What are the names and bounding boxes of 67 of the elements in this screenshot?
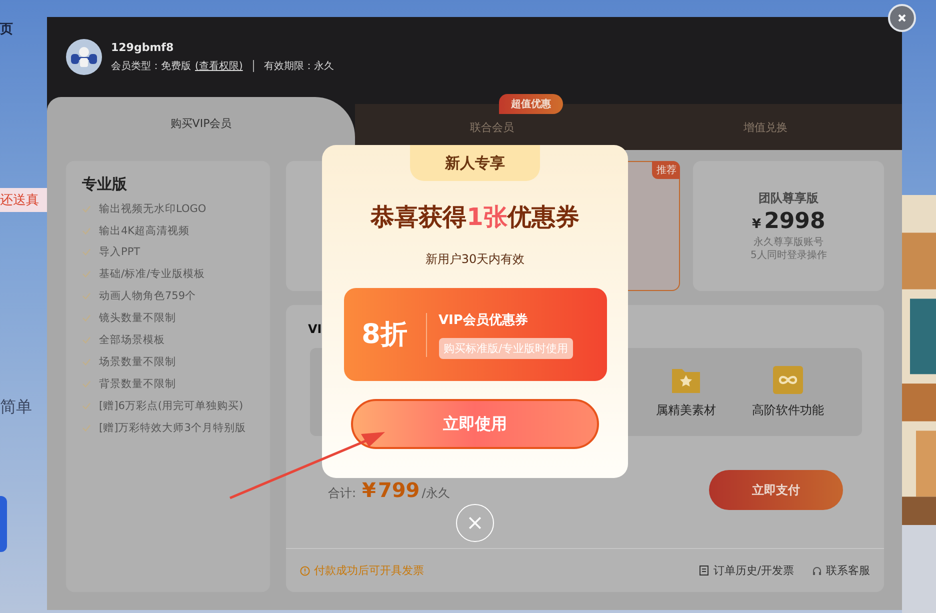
coupon-name: VIP会员优惠券 bbox=[438, 312, 529, 328]
customer-service-link[interactable]: 联系客服 bbox=[826, 563, 870, 578]
check-icon bbox=[82, 424, 91, 432]
check-icon bbox=[82, 270, 91, 278]
benefits-title: VI bbox=[308, 322, 322, 336]
page-text: 页 bbox=[0, 21, 14, 38]
infinity-icon bbox=[773, 366, 803, 394]
recommend-badge: 推荐 bbox=[652, 161, 680, 179]
check-icon bbox=[82, 314, 91, 322]
feature-text: [赠]万彩特效大师3个月特别版 bbox=[99, 420, 246, 435]
feature-text: 输出视频无水印LOGO bbox=[99, 202, 206, 216]
user-name: 129gbmf8 bbox=[111, 41, 175, 54]
popup-title: 恭喜获得1张优惠券 bbox=[370, 202, 580, 233]
feature-text: 动画人物角色759个 bbox=[99, 289, 196, 304]
check-icon bbox=[82, 204, 91, 213]
popup-subtitle: 新用户30天内有效 bbox=[425, 251, 525, 268]
feature-text: 背景数量不限制 bbox=[99, 376, 176, 391]
plan-description: 5人同时登录操作 bbox=[750, 249, 827, 262]
plan-name: 团队尊享版 bbox=[758, 190, 819, 207]
currency-sign: ¥ bbox=[752, 217, 762, 232]
feature-text: [赠]6万彩点(用完可单独购买) bbox=[99, 398, 244, 413]
feature-text: 镜头数量不限制 bbox=[99, 311, 176, 326]
close-icon bbox=[897, 13, 907, 23]
member-type: 会员类型：免费版 bbox=[111, 60, 191, 73]
page-text: 简单 bbox=[0, 397, 33, 418]
receipt-icon bbox=[699, 565, 710, 576]
feature-text: 场景数量不限制 bbox=[99, 354, 176, 369]
close-button[interactable] bbox=[888, 4, 916, 32]
use-now-button[interactable]: 立即使用 bbox=[351, 399, 599, 449]
feature-text: 导入PPT bbox=[99, 245, 140, 260]
currency-sign: ¥ bbox=[362, 478, 376, 502]
check-icon bbox=[82, 358, 91, 366]
plan-card[interactable]: 团队尊享版 ¥2998 永久尊享版账号 5人同时登录操作 bbox=[693, 161, 884, 291]
check-icon bbox=[82, 402, 91, 410]
check-icon bbox=[82, 380, 91, 388]
check-icon bbox=[82, 248, 91, 256]
order-history-link[interactable]: 订单历史/开发票 bbox=[713, 563, 794, 578]
avatar bbox=[66, 39, 102, 75]
page-button[interactable] bbox=[0, 496, 7, 552]
pay-now-button[interactable]: 立即支付 bbox=[709, 470, 843, 510]
newcomer-tag: 新人专享 bbox=[410, 145, 540, 181]
plan-price: 2998 bbox=[764, 209, 826, 234]
benefit-label: 属精美素材 bbox=[656, 402, 716, 418]
promo-badge: 超值优惠 bbox=[499, 94, 563, 114]
feature-text: 基础/标准/专业版模板 bbox=[99, 267, 206, 282]
discount-text: 8折 bbox=[344, 312, 426, 356]
total-label: 合计: bbox=[328, 485, 356, 502]
headset-icon bbox=[812, 566, 822, 576]
check-icon bbox=[82, 226, 91, 235]
total-price: 799 bbox=[378, 478, 420, 502]
close-icon bbox=[466, 514, 484, 532]
feature-text: 全部场景模板 bbox=[99, 333, 165, 348]
invoice-notice: 付款成功后可开具发票 bbox=[314, 563, 424, 578]
plan-description: 永久尊享版账号 bbox=[754, 236, 824, 249]
tab[interactable]: 购买VIP会员 bbox=[47, 97, 355, 150]
benefit-label: 高阶软件功能 bbox=[752, 402, 824, 418]
validity-text: 有效期限：永久 bbox=[264, 60, 334, 73]
coupon-condition: 购买标准版/专业版时使用 bbox=[438, 338, 574, 358]
check-icon bbox=[82, 336, 91, 344]
edition-title: 专业版 bbox=[82, 175, 128, 194]
price-unit: /永久 bbox=[422, 485, 450, 502]
view-rights-link[interactable]: (查看权限) bbox=[195, 59, 243, 73]
info-icon bbox=[300, 566, 310, 576]
tab[interactable]: 增值兑换 bbox=[628, 104, 902, 150]
check-icon bbox=[82, 292, 91, 300]
feature-text: 输出4K超高清视频 bbox=[99, 224, 190, 238]
promo-text: 还送真 bbox=[0, 188, 47, 212]
